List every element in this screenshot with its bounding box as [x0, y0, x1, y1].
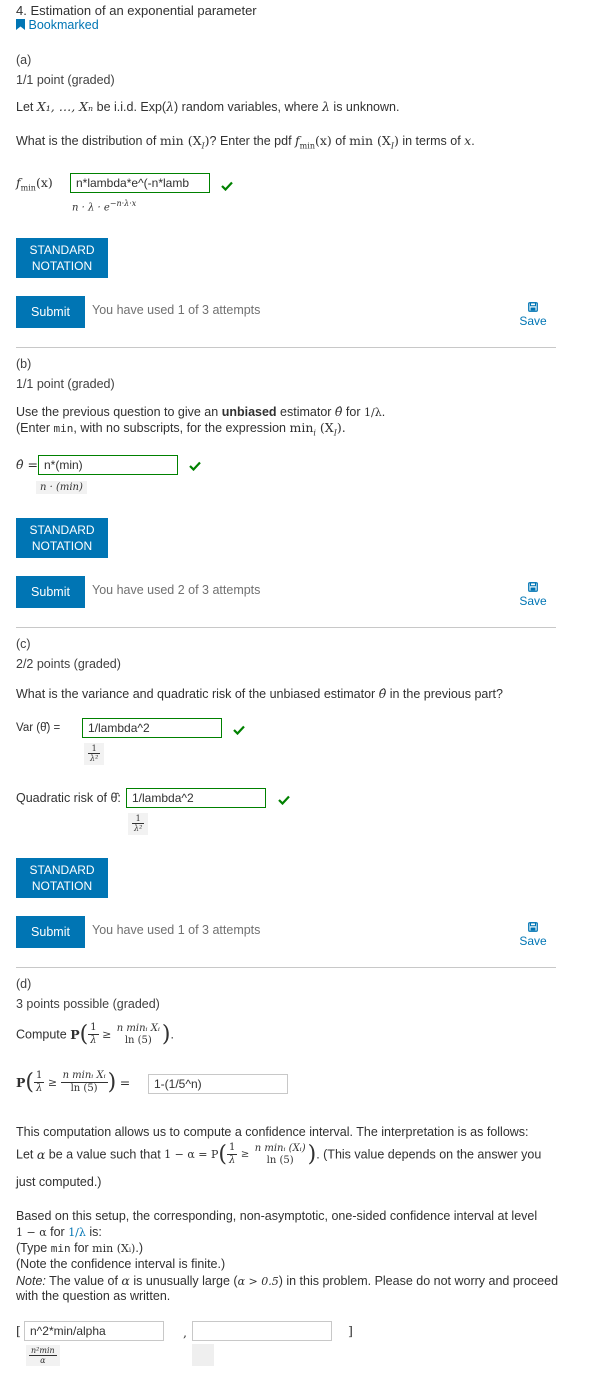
part-b-answer-label: θ̂ =	[16, 457, 38, 472]
part-c-points: 2/2 points (graded)	[16, 657, 121, 671]
part-a-points: 1/1 point (graded)	[16, 73, 115, 87]
part-c-variance-preview: 1 λ²	[84, 743, 105, 765]
part-d-note: Note: The value of α is unusually large …	[16, 1273, 559, 1288]
part-c-attempts: You have used 1 of 3 attempts	[92, 923, 261, 937]
part-d-ci-line3: (Type min for min (Xᵢ).)	[16, 1241, 143, 1255]
divider	[16, 347, 556, 348]
part-b-submit-button[interactable]: Submit	[16, 576, 85, 608]
part-d-probability-input[interactable]: 1-(1/5^n)	[148, 1074, 288, 1094]
part-a-submit-button[interactable]: Submit	[16, 296, 85, 328]
part-d-compute-expression: Compute P(1 λ ≥ n minᵢ Xᵢ ln (5)).	[16, 1022, 174, 1047]
part-a-standard-notation-button[interactable]: STANDARD NOTATION	[16, 238, 108, 278]
bookmark-icon	[16, 19, 25, 30]
correct-check-icon	[189, 461, 201, 471]
part-d-points: 3 points possible (graded)	[16, 997, 160, 1011]
part-a-preview: n · λ · e−n·λ·x	[72, 199, 137, 214]
bookmark-label: Bookmarked	[28, 18, 99, 32]
save-icon	[528, 582, 538, 592]
part-b-standard-notation-button[interactable]: STANDARD NOTATION	[16, 518, 108, 558]
part-d-ci-line1: Based on this setup, the corresponding, …	[16, 1209, 538, 1223]
part-a-save-button[interactable]: Save	[512, 302, 554, 328]
part-a-question: What is the distribution of min (XI)? En…	[16, 133, 475, 151]
interval-open-bracket: [	[16, 1323, 21, 1338]
divider	[16, 967, 556, 968]
part-c-risk-preview: 1 λ²	[128, 813, 149, 835]
part-d-interpretation-line1: This computation allows us to compute a …	[16, 1125, 529, 1139]
part-d-interpretation-line3: just computed.)	[16, 1175, 102, 1189]
part-b-instruction-line1: Use the previous question to give an unb…	[16, 404, 386, 419]
part-b-instruction-line2: (Enter min, with no subscripts, for the …	[16, 420, 346, 438]
part-c-risk-input[interactable]: 1/lambda^2	[126, 788, 266, 808]
part-d-lower-preview: n²min α	[26, 1345, 60, 1366]
part-a-answer-label: fmin(x)	[16, 175, 53, 193]
part-d-lower-bound-input[interactable]: n^2*min/alpha	[24, 1321, 164, 1341]
part-d-label: (d)	[16, 977, 32, 991]
divider	[16, 627, 556, 628]
part-c-submit-button[interactable]: Submit	[16, 916, 85, 948]
save-icon	[528, 922, 538, 932]
part-c-question: What is the variance and quadratic risk …	[16, 686, 503, 701]
part-c-risk-label: Quadratic risk of θ̂:	[16, 791, 121, 805]
part-d-upper-preview	[192, 1344, 214, 1366]
problem-title: 4. Estimation of an exponential paramete…	[16, 3, 257, 18]
part-d-ci-line4: (Note the confidence interval is finite.…	[16, 1257, 226, 1271]
interval-comma: ,	[183, 1325, 187, 1340]
save-icon	[528, 302, 538, 312]
part-d-ci-line2: 1 − α for 1/λ is:	[16, 1225, 102, 1239]
part-b-points: 1/1 point (graded)	[16, 377, 115, 391]
part-b-label: (b)	[16, 357, 32, 371]
bookmark-button[interactable]: Bookmarked	[16, 18, 99, 32]
correct-check-icon	[221, 181, 233, 191]
part-b-preview: n · (min)	[36, 481, 87, 494]
part-a-intro: Let X₁, …, Xₙ be i.i.d. Exp(λ) random va…	[16, 99, 400, 114]
correct-check-icon	[278, 795, 290, 805]
part-a-attempts: You have used 1 of 3 attempts	[92, 303, 261, 317]
part-a-answer-input[interactable]: n*lambda*e^(-n*lamb	[70, 173, 210, 193]
part-d-note-line2: with the question as written.	[16, 1289, 171, 1303]
part-c-standard-notation-button[interactable]: STANDARD NOTATION	[16, 858, 108, 898]
part-b-attempts: You have used 2 of 3 attempts	[92, 583, 261, 597]
interval-close-bracket: ]	[348, 1323, 353, 1338]
part-d-upper-bound-input[interactable]	[192, 1321, 332, 1341]
part-b-answer-input[interactable]: n*(min)	[38, 455, 178, 475]
part-c-label: (c)	[16, 637, 31, 651]
part-c-save-button[interactable]: Save	[512, 922, 554, 948]
part-d-interpretation-line2: Let α be a value such that 1 − α = P(1 λ …	[16, 1142, 542, 1167]
part-c-variance-input[interactable]: 1/lambda^2	[82, 718, 222, 738]
part-d-answer-expression: P(1 λ ≥ n minᵢ Xᵢ ln (5)) =	[16, 1070, 131, 1095]
part-a-label: (a)	[16, 53, 32, 67]
part-b-save-button[interactable]: Save	[512, 582, 554, 608]
part-c-variance-label: Var (θ̂) =	[16, 722, 61, 734]
correct-check-icon	[233, 725, 245, 735]
